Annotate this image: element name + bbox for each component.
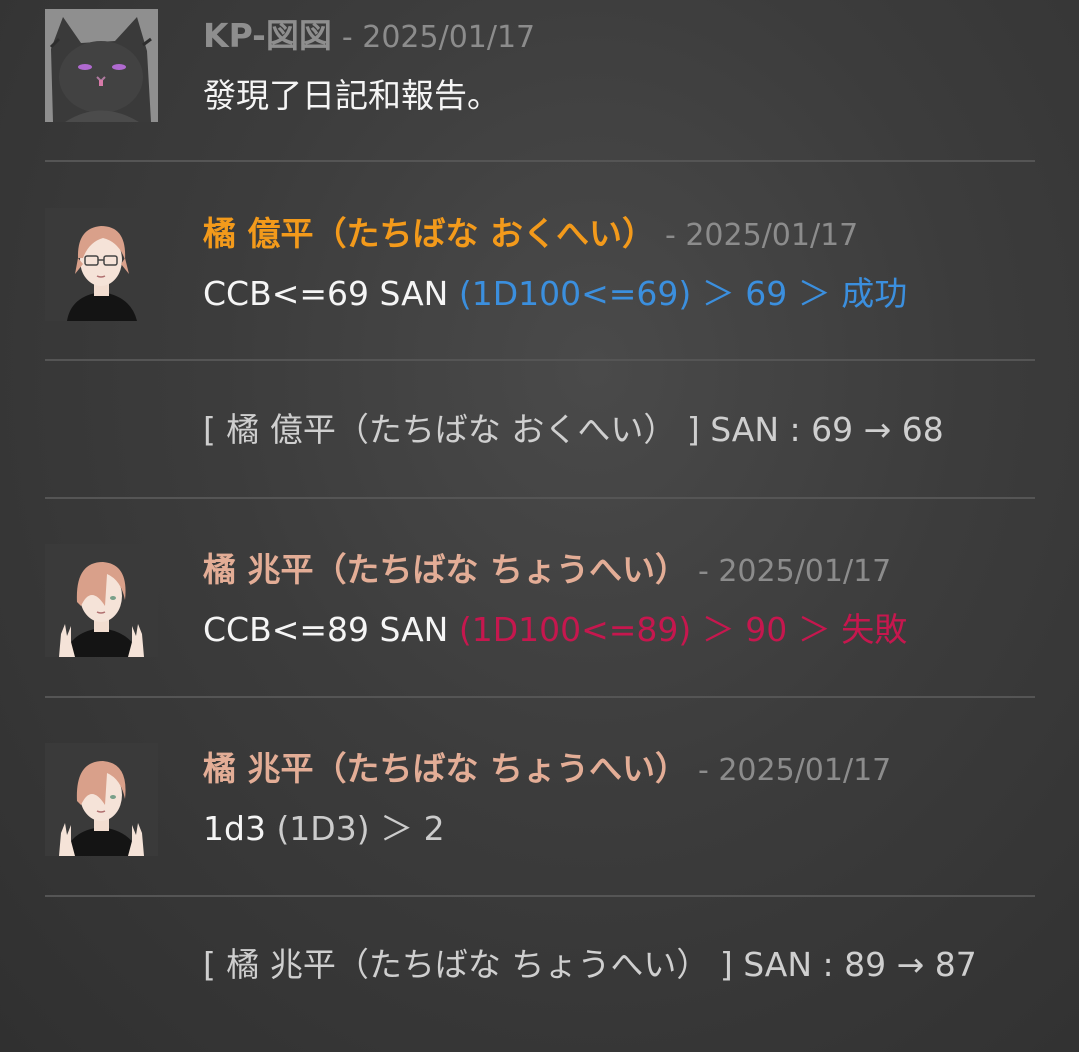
roll-result: (1D100<=69) ＞ 69 ＞ 成功 <box>458 274 908 313</box>
dice-roll-text: CCB<=69 SAN (1D100<=69) ＞ 69 ＞ 成功 <box>203 272 907 316</box>
speaker-label: 橘 億平（たちばな おくへい） <box>203 214 655 253</box>
roll-command: CCB<=89 SAN <box>203 610 459 649</box>
speaker-label: 橘 兆平（たちばな ちょうへい） <box>203 550 688 589</box>
divider <box>45 497 1035 499</box>
glasses-man-avatar[interactable] <box>45 208 158 321</box>
speaker-name: 橘 億平（たちばな おくへい） - 2025/01/17 <box>203 214 858 256</box>
speaker-label: KP-図図 <box>203 16 332 55</box>
divider <box>45 895 1035 897</box>
roll-result: (1D3) ＞ 2 <box>276 809 445 848</box>
timestamp: - 2025/01/17 <box>664 218 859 253</box>
roll-command: CCB<=69 SAN <box>203 274 459 313</box>
chat-log: KP-図図 - 2025/01/17 發現了日記和報告。 橘 億平（たちばな おく… <box>0 0 1079 1052</box>
timestamp: - 2025/01/17 <box>341 20 536 55</box>
message-text: 發現了日記和報告。 <box>203 76 500 115</box>
roll-command: 1d3 <box>203 809 277 848</box>
black-cat-avatar[interactable] <box>45 9 158 122</box>
divider <box>45 359 1035 361</box>
dice-roll-text: CCB<=89 SAN (1D100<=89) ＞ 90 ＞ 失敗 <box>203 608 907 652</box>
divider <box>45 160 1035 162</box>
speaker-name: 橘 兆平（たちばな ちょうへい） - 2025/01/17 <box>203 749 891 791</box>
speaker-name: 橘 兆平（たちばな ちょうへい） - 2025/01/17 <box>203 550 891 592</box>
speaker-label: 橘 兆平（たちばな ちょうへい） <box>203 749 688 788</box>
peace-sign-man-avatar[interactable] <box>45 544 158 657</box>
timestamp: - 2025/01/17 <box>697 753 892 788</box>
system-message: [ 橘 兆平（たちばな ちょうへい） ] SAN : 89 → 87 <box>203 945 977 984</box>
speaker-name: KP-図図 - 2025/01/17 <box>203 16 535 58</box>
divider <box>45 696 1035 698</box>
peace-sign-man-avatar[interactable] <box>45 743 158 856</box>
timestamp: - 2025/01/17 <box>697 554 892 589</box>
dice-roll-text: 1d3 (1D3) ＞ 2 <box>203 807 445 851</box>
roll-result: (1D100<=89) ＞ 90 ＞ 失敗 <box>458 610 908 649</box>
system-message: [ 橘 億平（たちばな おくへい） ] SAN : 69 → 68 <box>203 410 944 449</box>
